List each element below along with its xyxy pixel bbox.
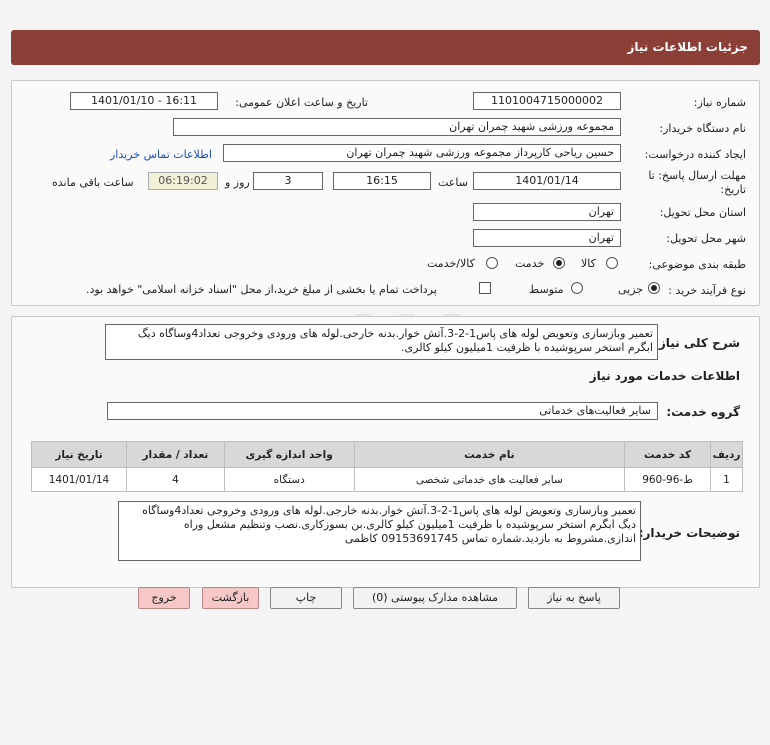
print-button[interactable]: چاپ (270, 587, 342, 609)
province-label: استان محل تحویل: (659, 206, 746, 219)
service-group-field: سایر فعالیت‌های خدماتی (107, 402, 658, 420)
need-number-label: شماره نیاز: (693, 96, 746, 109)
buyer-org-field: مجموعه ورزشی شهید چمران تهران (173, 118, 621, 136)
col-unit: واحد اندازه گیری (223, 441, 355, 468)
city-label: شهر محل تحویل: (666, 232, 746, 245)
purchase-minor-label: جزیی (618, 283, 644, 296)
attachments-button[interactable]: مشاهده مدارک پیوستی (0) (353, 587, 517, 609)
deadline-date-field: 1401/01/14 (473, 172, 621, 190)
deadline-days-field: 3 (253, 172, 323, 190)
category-goods-label: کالا (581, 257, 596, 270)
cell-need-date: 1401/01/14 (31, 467, 127, 492)
cell-row-number: 1 (710, 467, 743, 492)
category-both-radio[interactable] (486, 257, 498, 269)
treasury-payment-checkbox[interactable] (479, 282, 491, 294)
city-field: تهران (473, 229, 621, 247)
col-service-code: کد خدمت (624, 441, 712, 468)
province-field: تهران (473, 203, 621, 221)
service-group-label: گروه خدمت: (666, 405, 740, 419)
category-label: طبقه بندی موضوعی: (648, 258, 746, 271)
days-label: روز و (225, 176, 250, 189)
category-goods-radio[interactable] (606, 257, 618, 269)
requester-label: ایجاد کننده درخواست: (644, 148, 746, 161)
buyer-org-label: نام دستگاه خریدار: (659, 122, 746, 135)
deadline-label-line1: مهلت ارسال پاسخ: تا (648, 169, 746, 182)
cell-service-name: سایر فعالیت های خدماتی شخصی (353, 467, 626, 492)
purchase-medium-radio[interactable] (571, 282, 583, 294)
col-need-date: تاریخ نیاز (31, 441, 127, 468)
reply-button[interactable]: پاسخ به نیاز (528, 587, 620, 609)
purchase-medium-label: متوسط (529, 283, 564, 296)
purchase-minor-radio[interactable] (648, 282, 660, 294)
deadline-time-label: ساعت (438, 176, 468, 189)
col-row-number: ردیف (710, 441, 743, 468)
category-service-radio[interactable] (553, 257, 565, 269)
requester-field: حسین ریاحی کارپرداز مجموعه ورزشی شهید چم… (223, 144, 621, 162)
deadline-label-line2: تاریخ: (720, 183, 746, 196)
cell-service-code: ط-96-960 (624, 467, 712, 492)
category-both-label: کالا/خدمت (427, 257, 475, 270)
back-button[interactable]: بازگشت (202, 587, 259, 609)
remaining-label: ساعت باقی مانده (52, 176, 134, 189)
deadline-time-field: 16:15 (333, 172, 431, 190)
buyer-notes-label: توضیحات خریدار: (638, 526, 740, 540)
summary-label: شرح کلی نیاز: (654, 336, 740, 350)
need-number-field: 1101004715000002 (473, 92, 621, 110)
cell-quantity: 4 (125, 467, 225, 492)
purchase-type-label: نوع فرآیند خرید : (668, 284, 746, 297)
buyer-contact-link[interactable]: اطلاعات تماس خریدار (110, 148, 212, 161)
summary-field: تعمیر وبازسازی وتعویض لوله های پاس1-2-3.… (105, 324, 658, 360)
remaining-time-field: 06:19:02 (148, 172, 218, 190)
col-service-name: نام خدمت (353, 441, 626, 468)
treasury-payment-note: پرداخت تمام یا بخشی از مبلغ خرید،از محل … (86, 283, 437, 296)
table-row: 1 ط-96-960 سایر فعالیت های خدماتی شخصی د… (31, 467, 743, 492)
announce-label: تاریخ و ساعت اعلان عمومی: (235, 96, 368, 109)
header-bar: جزئیات اطلاعات نیاز (11, 30, 760, 65)
announce-field: 1401/01/10 - 16:11 (70, 92, 218, 110)
exit-button[interactable]: خروج (138, 587, 190, 609)
buyer-notes-field: تعمیر وبازسازی وتعویض لوله های پاس1-2-3.… (118, 501, 641, 561)
services-section-title: اطلاعات خدمات مورد نیاز (589, 369, 740, 383)
cell-unit: دستگاه (223, 467, 355, 492)
table-header-row: ردیف کد خدمت نام خدمت واحد اندازه گیری ت… (31, 441, 743, 468)
need-info-panel (11, 80, 760, 306)
page-title: جزئیات اطلاعات نیاز (627, 40, 748, 54)
category-service-label: خدمت (515, 257, 545, 270)
services-table: ردیف کد خدمت نام خدمت واحد اندازه گیری ت… (31, 441, 743, 492)
col-quantity: تعداد / مقدار (125, 441, 225, 468)
